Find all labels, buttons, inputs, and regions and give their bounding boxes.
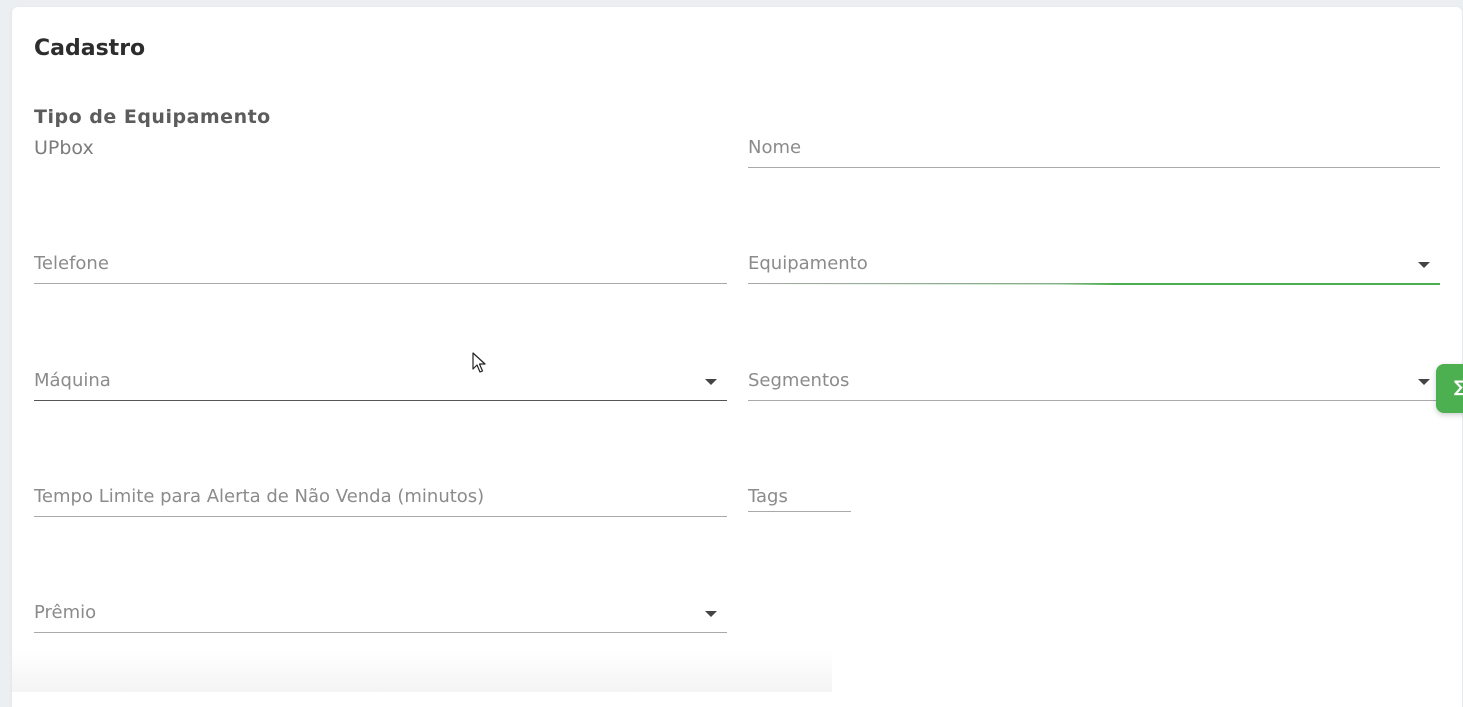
maquina-underline <box>34 400 727 401</box>
tempo-limite-label: Tempo Limite para Alerta de Não Venda (m… <box>34 486 485 507</box>
nome-field[interactable]: Nome <box>748 128 1440 168</box>
maquina-label: Máquina <box>34 370 111 391</box>
equipamento-select[interactable]: Equipamento <box>748 244 1440 285</box>
tipo-equipamento-value: UPbox <box>34 137 94 159</box>
tipo-equipamento-label: Tipo de Equipamento <box>34 106 271 128</box>
page-title: Cadastro <box>34 36 146 61</box>
premio-label: Prêmio <box>34 602 97 623</box>
tags-input[interactable]: Tags <box>748 472 851 512</box>
cadastro-card: Cadastro Tipo de Equipamento UPbox Nome … <box>12 7 1462 707</box>
premio-select[interactable]: Prêmio <box>34 593 727 633</box>
telefone-label: Telefone <box>34 253 109 274</box>
equipamento-focus-line <box>748 283 1440 285</box>
maquina-select[interactable]: Máquina <box>34 361 727 401</box>
mouse-pointer-icon <box>472 352 486 373</box>
premio-underline <box>34 632 727 633</box>
segmentos-underline <box>748 400 1440 401</box>
chevron-down-icon[interactable] <box>1418 379 1430 385</box>
tempo-limite-underline <box>34 516 727 517</box>
bottom-fade <box>12 650 832 692</box>
telefone-underline <box>34 283 727 284</box>
nome-underline <box>748 167 1440 168</box>
equipamento-label: Equipamento <box>748 253 868 274</box>
tempo-limite-field[interactable]: Tempo Limite para Alerta de Não Venda (m… <box>34 477 727 517</box>
tags-label: Tags <box>748 486 788 507</box>
chevron-down-icon[interactable] <box>705 611 717 617</box>
chevron-down-icon[interactable] <box>1418 262 1430 268</box>
side-tab-button[interactable]: ∑ <box>1436 364 1463 413</box>
side-tab-icon: ∑ <box>1454 377 1463 396</box>
tags-underline <box>748 511 851 512</box>
segmentos-select[interactable]: Segmentos <box>748 361 1440 401</box>
chevron-down-icon[interactable] <box>705 379 717 385</box>
segmentos-label: Segmentos <box>748 370 850 391</box>
telefone-field[interactable]: Telefone <box>34 244 727 284</box>
nome-label: Nome <box>748 137 802 158</box>
